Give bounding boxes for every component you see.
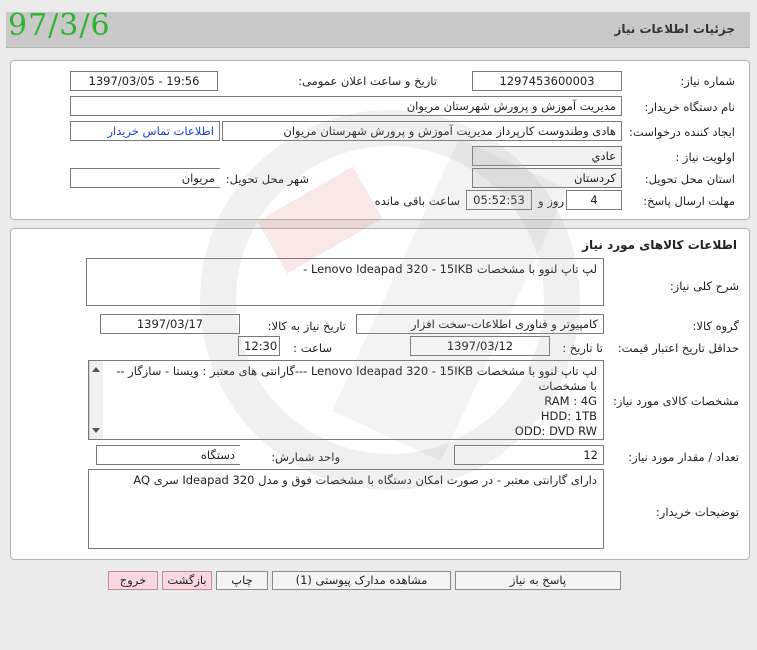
city-field: مریوان — [70, 168, 220, 188]
priority-field: عادي — [472, 146, 622, 166]
spec-line: لپ تاپ لنوو با مشخصات Lenovo Ideapad 320… — [116, 364, 597, 378]
until-date-label: تا تاریخ : — [562, 341, 603, 355]
remaining-label: ساعت باقی مانده — [374, 194, 460, 208]
spec-line: RAM : 4G — [544, 394, 597, 408]
qty-label: تعداد / مقدار مورد نیاز: — [628, 450, 739, 464]
city-label: شهر محل تحویل: — [225, 172, 309, 186]
buyer-notes-label: توضیحات خریدار: — [655, 505, 739, 519]
exit-button[interactable]: خروج — [108, 571, 158, 590]
page-title: جزئیات اطلاعات نیاز — [614, 22, 735, 36]
back-button[interactable]: بازگشت — [162, 571, 212, 590]
validity-label: حداقل تاریخ اعتبار قیمت: — [617, 341, 739, 355]
buyer-org-label: نام دستگاه خریدار: — [644, 100, 735, 114]
specs-label: مشخصات کالای مورد نیاز: — [612, 394, 739, 408]
spec-line: با مشخصات — [538, 379, 597, 393]
requester-field: هادی وطندوست کارپرداز مدیریت آموزش و پرو… — [222, 121, 622, 141]
deadline-time-field: 05:52:53 — [466, 190, 532, 210]
qty-field: 12 — [454, 445, 604, 465]
goods-section-title: اطلاعات کالاهای مورد نیاز — [582, 238, 737, 252]
need-date-label: تاریخ نیاز به کالا: — [267, 319, 346, 333]
scroll-down-icon[interactable] — [92, 428, 100, 433]
specs-field[interactable]: لپ تاپ لنوو با مشخصات Lenovo Ideapad 320… — [88, 360, 604, 440]
buyer-notes-field: دارای گارانتی معتبر - در صورت امکان دستگ… — [88, 469, 604, 549]
deadline-label: مهلت ارسال پاسخ: — [643, 194, 735, 208]
summary-label: شرح کلی نیاز: — [669, 279, 739, 293]
group-label: گروه کالا: — [692, 319, 739, 333]
announce-field: 1397/03/05 - 19:56 — [70, 71, 218, 91]
specs-scrollbar[interactable] — [89, 361, 103, 439]
province-label: استان محل تحویل: — [644, 172, 735, 186]
need-number-field: 1297453600003 — [472, 71, 622, 91]
summary-field: لپ تاپ لنوو با مشخصات Lenovo Ideapad 320… — [86, 258, 604, 306]
date-stamp: 97/3/6 — [8, 8, 111, 43]
view-attachments-button[interactable]: مشاهده مدارک پیوستی (1) — [272, 571, 451, 590]
print-button[interactable]: چاپ — [216, 571, 268, 590]
buyer-org-field: مدیریت آموزش و پرورش شهرستان مریوان — [70, 96, 622, 116]
requester-label: ایجاد کننده درخواست: — [629, 125, 735, 139]
need-date-field: 1397/03/17 — [100, 314, 240, 334]
until-date-field: 1397/03/12 — [410, 336, 550, 356]
days-and-label: روز و — [538, 194, 564, 208]
scroll-up-icon[interactable] — [92, 367, 100, 372]
priority-label: اولویت نیاز : — [675, 150, 735, 164]
contact-buyer-link[interactable]: اطلاعات تماس خریدار — [70, 121, 220, 141]
unit-field: دستگاه — [96, 445, 240, 465]
need-number-label: شماره نیاز: — [680, 74, 735, 88]
reply-button[interactable]: پاسخ به نیاز — [455, 571, 621, 590]
time-field: 12:30 — [238, 336, 280, 356]
spec-line: ODD: DVD RW — [514, 424, 597, 438]
time-label: ساعت : — [293, 341, 332, 355]
spec-line: HDD: 1TB — [540, 409, 597, 423]
announce-label: تاریخ و ساعت اعلان عمومی: — [298, 74, 437, 88]
deadline-days-field: 4 — [566, 190, 622, 210]
unit-label: واحد شمارش: — [271, 450, 340, 464]
group-field: کامپیوتر و فناوری اطلاعات-سخت افزار — [356, 314, 604, 334]
province-field: کردستان — [472, 168, 622, 188]
